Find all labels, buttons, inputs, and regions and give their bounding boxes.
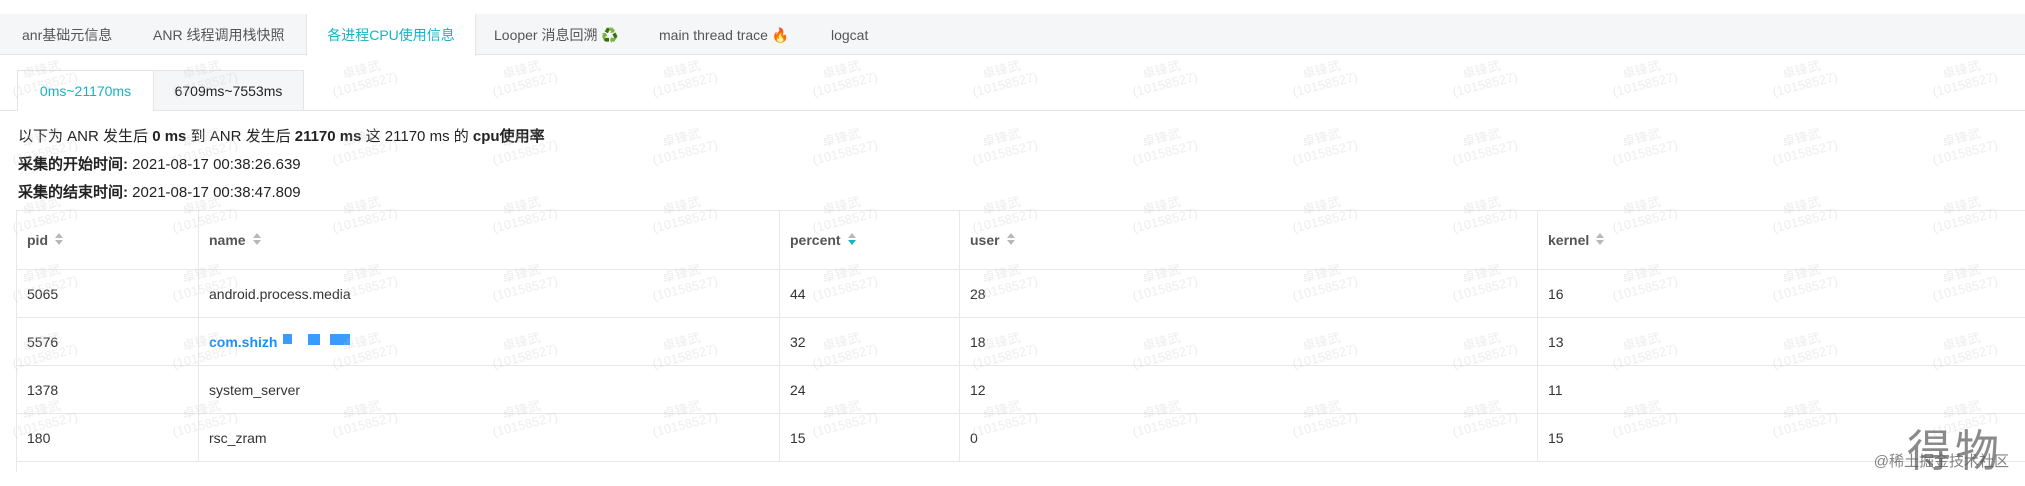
summary-suffix: 这 21170 ms 的: [361, 128, 473, 145]
cell-kernel: 13: [1537, 318, 2025, 365]
sort-icon[interactable]: [1596, 233, 1605, 247]
cell-name: system_server: [198, 366, 779, 413]
cell-name[interactable]: com.shizh: [198, 318, 779, 365]
start-time-line: 采集的开始时间: 2021-08-17 00:38:26.639: [18, 153, 301, 174]
tab-anr-basic-info[interactable]: anr基础元信息: [22, 14, 112, 55]
table-row: 1378 system_server 24 12 11: [17, 366, 2025, 414]
column-header-pid[interactable]: pid: [17, 211, 198, 269]
column-header-user-label: user: [970, 232, 1000, 248]
cpu-usage-table: pid name percent user kernel 5065 androi…: [16, 210, 2025, 472]
end-time-value: 2021-08-17 00:38:47.809: [128, 184, 301, 201]
cell-pid: 1378: [27, 381, 59, 398]
cell-pid: 180: [27, 429, 51, 446]
juejin-credit: @稀土掘金技术社区: [1873, 453, 2009, 470]
table-row: 5065 android.process.media 44 28 16: [17, 270, 2025, 318]
cell-name: android.process.media: [198, 270, 779, 317]
cell-user: 28: [959, 270, 1537, 317]
cell-user: 18: [959, 318, 1537, 365]
column-header-percent-label: percent: [790, 232, 841, 248]
tab-main-thread-trace[interactable]: main thread trace 🔥: [659, 14, 789, 55]
cell-percent: 24: [779, 366, 959, 413]
cpu-summary-line: 以下为 ANR 发生后 0 ms 到 ANR 发生后 21170 ms 这 21…: [18, 125, 545, 146]
summary-end: 21170 ms: [294, 128, 362, 145]
column-header-kernel[interactable]: kernel: [1537, 211, 2025, 269]
tab-anr-thread-stack[interactable]: ANR 线程调用栈快照: [153, 14, 284, 55]
column-header-pid-label: pid: [27, 232, 48, 248]
tab-looper-message-trace[interactable]: Looper 消息回溯 ♻️: [494, 14, 619, 55]
end-time-line: 采集的结束时间: 2021-08-17 00:38:47.809: [18, 181, 301, 202]
sort-icon[interactable]: [1006, 233, 1015, 247]
table-header-row: pid name percent user kernel: [17, 211, 2025, 270]
cell-user: 12: [959, 366, 1537, 413]
redaction-mark: [283, 333, 293, 344]
cell-kernel: 11: [1537, 366, 2025, 413]
cell-percent: 32: [779, 318, 959, 365]
end-time-label: 采集的结束时间:: [18, 184, 128, 201]
cell-pid: 5576: [27, 333, 59, 350]
start-time-value: 2021-08-17 00:38:26.639: [128, 156, 301, 173]
cell-kernel: 16: [1537, 270, 2025, 317]
table-row: 5576 com.shizh 32 18 13: [17, 318, 2025, 366]
column-header-name-label: name: [209, 232, 246, 248]
sort-icon[interactable]: [252, 233, 261, 247]
tab-process-cpu-usage[interactable]: 各进程CPU使用信息: [306, 14, 476, 56]
subtab-range-0-21170[interactable]: 0ms~21170ms: [17, 70, 154, 111]
sort-descending-icon[interactable]: [847, 233, 856, 247]
top-tab-bar: anr基础元信息 ANR 线程调用栈快照 各进程CPU使用信息 Looper 消…: [0, 14, 2025, 56]
summary-mid: 到 ANR 发生后: [186, 128, 295, 145]
tab-logcat[interactable]: logcat: [831, 14, 868, 55]
sort-icon[interactable]: [55, 233, 63, 247]
process-name-link[interactable]: com.shizh: [209, 334, 277, 350]
redaction-mark: [330, 334, 351, 345]
start-time-label: 采集的开始时间:: [18, 156, 128, 173]
summary-prefix: 以下为 ANR 发生后: [18, 128, 153, 145]
cell-pid: 5065: [27, 285, 59, 302]
column-header-name[interactable]: name: [198, 211, 779, 269]
subtab-range-6709-7553[interactable]: 6709ms~7553ms: [153, 70, 304, 111]
column-header-user[interactable]: user: [959, 211, 1537, 269]
column-header-percent[interactable]: percent: [779, 211, 959, 269]
cell-percent: 15: [779, 414, 959, 461]
redaction-mark: [308, 333, 321, 345]
cell-user: 0: [959, 414, 1537, 461]
cell-percent: 44: [779, 270, 959, 317]
summary-tail: cpu使用率: [472, 128, 545, 145]
summary-start: 0 ms: [152, 128, 187, 145]
cell-name: rsc_zram: [198, 414, 779, 461]
table-row: 180 rsc_zram 15 0 15: [17, 414, 2025, 462]
column-header-kernel-label: kernel: [1548, 232, 1590, 248]
